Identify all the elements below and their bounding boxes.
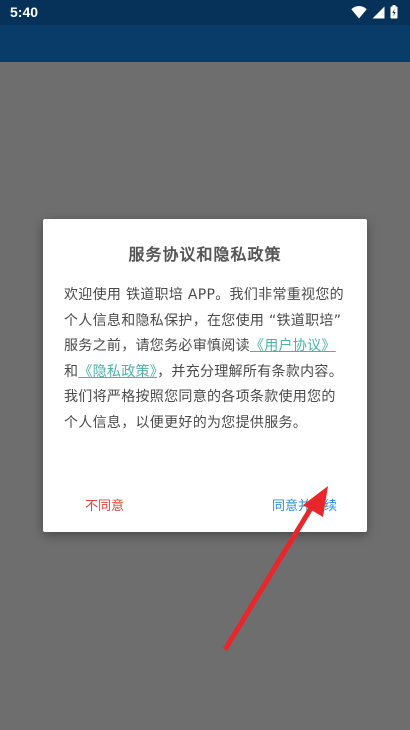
signal-icon xyxy=(372,6,385,19)
status-time: 5:40 xyxy=(10,4,39,20)
agree-continue-button[interactable]: 同意并继续 xyxy=(272,495,337,514)
app-bar xyxy=(0,25,410,62)
status-icons xyxy=(351,5,398,19)
screen: 5:40 服务协议和隐私政策 欢迎使用 铁道职培 APP。我们非常重视您的个人信… xyxy=(0,0,410,730)
privacy-policy-link[interactable]: 《隐私政策》 xyxy=(78,364,157,380)
privacy-dialog: 服务协议和隐私政策 欢迎使用 铁道职培 APP。我们非常重视您的个人信息和隐私保… xyxy=(43,219,367,532)
disagree-button[interactable]: 不同意 xyxy=(85,495,124,514)
dialog-body: 欢迎使用 铁道职培 APP。我们非常重视您的个人信息和隐私保护，在您使用 “铁道… xyxy=(64,283,348,436)
status-bar: 5:40 xyxy=(0,0,410,25)
user-agreement-link[interactable]: 《用户协议》 xyxy=(250,338,336,354)
wifi-icon xyxy=(351,5,367,19)
dialog-body-and: 和 xyxy=(64,363,79,380)
battery-icon xyxy=(390,5,398,19)
dialog-title: 服务协议和隐私政策 xyxy=(128,245,282,264)
